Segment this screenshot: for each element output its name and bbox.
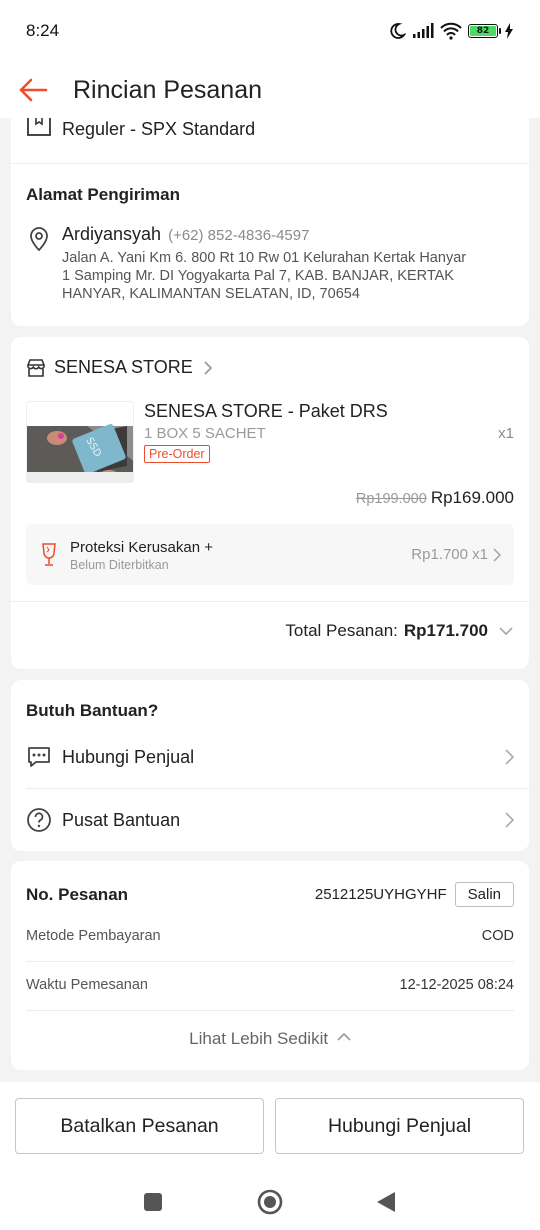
glass-icon [42, 543, 56, 566]
protection-status: Belum Diterbitkan [70, 558, 169, 572]
back-triangle-icon[interactable] [375, 1191, 397, 1213]
address-line: Jalan A. Yani Km 6. 800 Rt 10 Rw 01 Kelu… [62, 250, 467, 266]
help-title: Butuh Bantuan? [26, 701, 159, 720]
divider [11, 163, 529, 164]
product-quantity: x1 [498, 425, 514, 442]
order-info-card: No. Pesanan 2512125UYHGYHF Salin Metode … [11, 861, 529, 1070]
product-name[interactable]: SENESA STORE - Paket DRS [144, 401, 388, 422]
total-label: Total Pesanan: [285, 621, 398, 640]
recent-apps-icon[interactable] [142, 1191, 164, 1213]
price-row: Rp199.000 Rp169.000 [356, 488, 514, 508]
copy-button[interactable]: Salin [454, 882, 514, 907]
address-block: Ardiyansyah (+62) 852-4836-4597 Jalan A.… [26, 224, 514, 303]
status-time: 8:24 [26, 21, 60, 40]
status-bar: 8:24 82 [0, 0, 540, 62]
recipient-phone: (+62) 852-4836-4597 [168, 227, 310, 244]
protection-price: Rp1.700 x1 [411, 546, 488, 563]
see-less-label: Lihat Lebih Sedikit [189, 1029, 329, 1048]
battery-level: 82 [470, 26, 496, 36]
help-card: Butuh Bantuan? Hubungi Penjual Pusat Ban… [11, 680, 529, 851]
home-icon[interactable] [257, 1189, 283, 1215]
store-name: SENESA STORE [54, 357, 193, 377]
divider [26, 1010, 514, 1011]
order-number: 2512125UYHGYHF [314, 886, 447, 903]
preorder-badge: Pre-Order [144, 445, 210, 463]
chevron-up-icon [337, 1032, 351, 1041]
product-variant: 1 BOX 5 SACHET [144, 425, 266, 442]
order-time-label: Waktu Pemesanan [26, 977, 148, 993]
chevron-right-icon [204, 360, 212, 375]
order-time-row: Waktu Pemesanan 12-12-2025 08:24 [26, 977, 514, 993]
contact-seller-label: Hubungi Penjual [62, 746, 195, 767]
original-price: Rp199.000 [355, 491, 427, 507]
battery-icon: 82 [468, 24, 501, 38]
store-icon [27, 358, 45, 377]
cancel-order-button[interactable]: Batalkan Pesanan [15, 1098, 264, 1154]
store-header[interactable]: SENESA STORE [26, 357, 213, 378]
address-text: Jalan A. Yani Km 6. 800 Rt 10 Rw 01 Kelu… [62, 249, 502, 303]
final-price: Rp169.000 [430, 488, 514, 507]
chevron-down-icon [499, 627, 513, 636]
shipping-method-row[interactable]: Reguler - SPX Standard [26, 118, 255, 142]
payment-method-value: COD [481, 928, 514, 944]
address-line: 1 Samping Mr. DI Yogyakarta Pal 7, KAB. … [62, 268, 454, 284]
damage-protection-row[interactable]: Proteksi Kerusakan + Belum Diterbitkan R… [26, 524, 514, 585]
signal-icon [413, 23, 434, 38]
status-icons: 82 [388, 22, 514, 40]
payment-method-row: Metode Pembayaran COD [26, 928, 514, 944]
product-image[interactable]: SSD [26, 401, 134, 483]
total-value: Rp171.700 [403, 621, 488, 640]
wifi-icon [440, 22, 462, 40]
chevron-right-icon [505, 749, 514, 765]
see-less-toggle[interactable]: Lihat Lebih Sedikit [11, 1029, 529, 1049]
chevron-right-icon [493, 548, 501, 562]
order-number-row: No. Pesanan 2512125UYHGYHF Salin [26, 882, 514, 907]
protection-title: Proteksi Kerusakan + [70, 539, 213, 556]
address-line: HANYAR, KALIMANTAN SELATAN, ID, 70654 [62, 286, 360, 302]
charging-icon [505, 23, 513, 39]
divider [26, 788, 529, 789]
order-number-label: No. Pesanan [26, 884, 129, 904]
divider [11, 601, 529, 602]
help-center-label: Pusat Bantuan [62, 809, 181, 830]
page-title: Rincian Pesanan [73, 75, 263, 104]
package-icon [27, 118, 51, 136]
back-arrow-icon[interactable] [18, 78, 48, 102]
shipping-address-card: Reguler - SPX Standard Alamat Pengiriman… [11, 118, 529, 326]
chat-icon [28, 747, 50, 767]
help-icon [27, 808, 51, 832]
moon-icon [390, 23, 406, 39]
order-total-row[interactable]: Total Pesanan: Rp171.700 [285, 621, 514, 641]
bottom-action-bar: Batalkan Pesanan Hubungi Penjual [0, 1082, 540, 1230]
recipient-name: Ardiyansyah [62, 224, 162, 244]
address-section-title: Alamat Pengiriman [26, 185, 180, 204]
chevron-right-icon [505, 812, 514, 828]
app-bar: Rincian Pesanan [0, 62, 540, 118]
payment-method-label: Metode Pembayaran [26, 928, 161, 944]
order-time-value: 12-12-2025 08:24 [399, 977, 515, 993]
contact-seller-row[interactable]: Hubungi Penjual [26, 732, 514, 782]
contact-seller-button[interactable]: Hubungi Penjual [275, 1098, 524, 1154]
divider [26, 961, 514, 962]
help-center-row[interactable]: Pusat Bantuan [26, 795, 514, 845]
order-items-card: SENESA STORE SSD SENESA STORE - Paket DR… [11, 337, 529, 669]
system-nav-bar [0, 1186, 540, 1222]
location-pin-icon [30, 227, 48, 252]
shipping-method: Reguler - SPX Standard [62, 118, 256, 139]
